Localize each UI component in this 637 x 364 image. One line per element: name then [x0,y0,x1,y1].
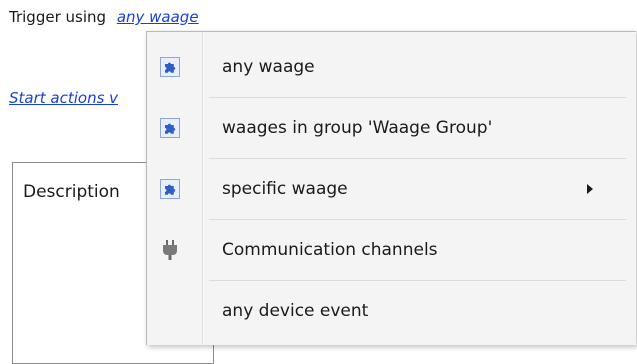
plug-icon [159,239,181,261]
puzzle-icon [159,56,181,78]
menu-item-communication-channels[interactable]: Communication channels [147,220,635,280]
trigger-row: Trigger using any waage [9,7,199,27]
menu-item-any-waage[interactable]: any waage [147,37,635,97]
menu-item-label: specific waage [222,179,348,199]
trigger-label: Trigger using [9,8,107,26]
menu-item-label: any waage [222,57,315,77]
menu-item-any-device-event[interactable]: any device event [147,281,635,341]
description-label: Description [23,182,120,202]
menu-item-waages-in-group[interactable]: waages in group 'Waage Group' [147,98,635,158]
trigger-source-menu: any waage waages in group 'Waage Group' … [146,31,636,345]
puzzle-icon [159,178,181,200]
menu-item-label: waages in group 'Waage Group' [222,118,493,138]
start-actions-link[interactable]: Start actions v [9,88,149,108]
submenu-arrow-icon [587,184,593,194]
trigger-source-link[interactable]: any waage [117,8,199,26]
menu-item-label: Communication channels [222,240,438,260]
menu-item-specific-waage[interactable]: specific waage [147,159,635,219]
menu-item-label: any device event [222,301,369,321]
puzzle-icon [159,117,181,139]
